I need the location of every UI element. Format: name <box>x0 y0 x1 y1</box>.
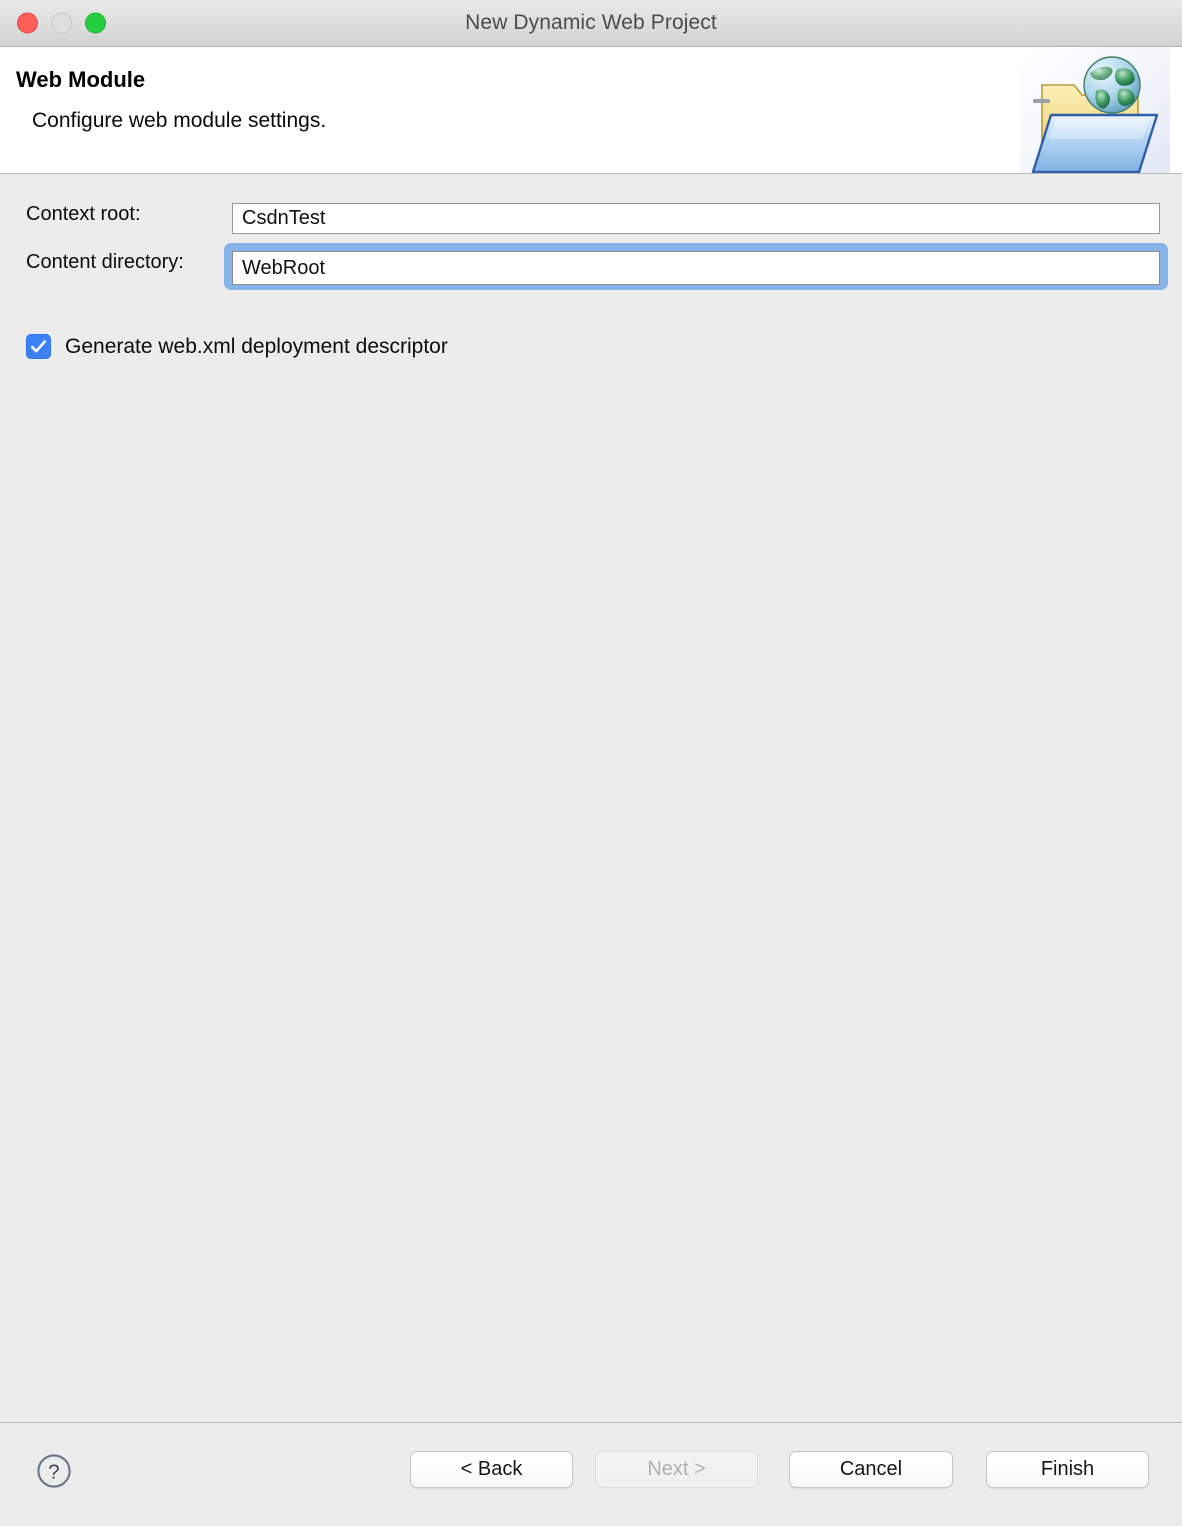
context-root-input[interactable] <box>232 203 1160 234</box>
page-title: Web Module <box>16 67 146 92</box>
generate-webxml-checkbox-row[interactable]: Generate web.xml deployment descriptor <box>26 334 448 359</box>
window-controls <box>17 12 106 34</box>
maximize-button[interactable] <box>85 12 106 34</box>
wizard-header: Web Module Configure web module settings… <box>0 47 1182 174</box>
back-button[interactable]: < Back <box>410 1451 573 1488</box>
content-directory-input[interactable] <box>232 251 1160 285</box>
generate-webxml-label: Generate web.xml deployment descriptor <box>65 334 448 358</box>
next-button[interactable]: Next > <box>595 1451 758 1488</box>
web-folder-globe-icon <box>1020 47 1170 173</box>
context-root-row: Context root: <box>0 203 1182 234</box>
wizard-body: Context root: Content directory: Generat… <box>0 174 1182 1422</box>
svg-text:?: ? <box>48 1460 59 1483</box>
window-title: New Dynamic Web Project <box>465 11 717 34</box>
finish-button[interactable]: Finish <box>986 1451 1149 1488</box>
context-root-label: Context root: <box>26 203 141 225</box>
close-button[interactable] <box>17 12 38 34</box>
checkmark-icon <box>30 340 46 353</box>
window-titlebar: New Dynamic Web Project <box>0 0 1182 47</box>
new-dynamic-web-project-dialog: New Dynamic Web Project Web Module Confi… <box>0 0 1182 1526</box>
help-question-icon[interactable]: ? <box>36 1453 72 1489</box>
content-directory-label: Content directory: <box>26 251 184 273</box>
page-subtitle: Configure web module settings. <box>32 109 327 132</box>
content-directory-row: Content directory: <box>0 243 1182 290</box>
generate-webxml-checkbox[interactable] <box>26 334 51 359</box>
cancel-button[interactable]: Cancel <box>789 1451 953 1488</box>
minimize-button[interactable] <box>51 12 72 34</box>
dialog-footer: ? < Back Next > Cancel Finish <box>0 1422 1182 1526</box>
